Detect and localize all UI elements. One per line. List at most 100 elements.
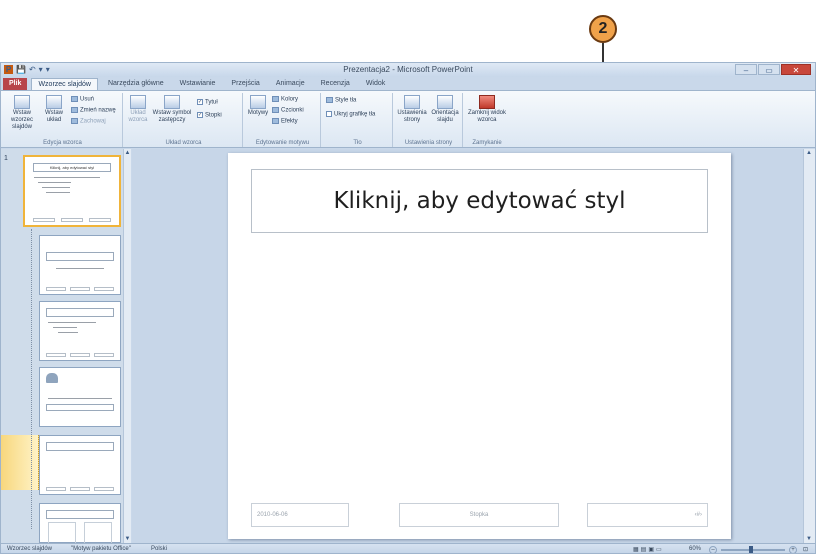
thumbnail-footer [60, 218, 84, 222]
group-page-setup: Ustawienia strony Orientacja slajdu Usta… [395, 93, 463, 147]
checkbox-icon [326, 111, 332, 117]
pin-icon [71, 118, 78, 124]
group-label-edit-theme: Edytowanie motywu [255, 140, 310, 146]
scroll-up-icon[interactable]: ▲ [806, 150, 812, 156]
date-placeholder[interactable]: 2010-06-06 [251, 503, 349, 527]
rename-icon [71, 107, 78, 113]
layout-thumbnail[interactable] [39, 235, 121, 295]
thumbnail-title [46, 252, 114, 261]
ribbon-tabs: Plik Wzorzec slajdów Narzędzia główne Ws… [1, 77, 815, 90]
powerpoint-window: P 💾 ↶ ▾ ▾ Prezentacja2 - Microsoft Power… [0, 62, 816, 554]
page-setup-icon [404, 95, 420, 109]
group-label-master-layout: Układ wzorca [165, 140, 202, 146]
group-label-edit-master: Edycja wzorca [43, 140, 82, 146]
footer-placeholder[interactable]: Stopka [399, 503, 559, 527]
workspace-scrollbar[interactable]: ▲ ▼ [803, 149, 815, 543]
footers-checkbox[interactable]: ✓ Stopki [197, 112, 222, 120]
scroll-up-icon[interactable]: ▲ [124, 150, 131, 156]
thumbnail-tree-line [31, 229, 32, 529]
thumbnail-title [46, 404, 114, 411]
thumbnail-footer [46, 487, 66, 491]
preserve-button[interactable]: Zachowaj [71, 118, 106, 126]
thumbnail-title: Kliknij, aby edytować styl [32, 163, 112, 172]
zoom-out-button[interactable]: – [709, 546, 717, 553]
close-master-view-button[interactable]: Zamknij widok wzorca [468, 95, 506, 124]
delete-button[interactable]: Usuń [71, 96, 94, 104]
close-window-button[interactable]: ✕ [781, 64, 811, 75]
thumbnail-footer [88, 218, 112, 222]
layout-thumbnail-selected[interactable] [39, 435, 121, 495]
slide-number-placeholder[interactable]: ‹#› [587, 503, 708, 527]
layout-icon [46, 95, 62, 109]
thumbnail-text-line [34, 177, 101, 178]
title-bar: P 💾 ↶ ▾ ▾ Prezentacja2 - Microsoft Power… [1, 63, 815, 77]
check-icon: ✓ [197, 112, 203, 118]
group-background: Style tła Ukryj grafikę tła Tło [323, 93, 393, 147]
slide-thumbnails-pane: 1 Kliknij, aby edytować styl [1, 149, 129, 548]
rename-button[interactable]: Zmień nazwę [71, 107, 116, 115]
title-placeholder[interactable]: Kliknij, aby edytować styl [251, 169, 708, 233]
background-styles-icon [326, 97, 333, 103]
thumbnail-title [46, 442, 114, 451]
thumbnail-footer [94, 287, 114, 291]
view-buttons-icon[interactable]: ▦▤▣▭ [633, 546, 664, 553]
themes-icon [250, 95, 266, 109]
scroll-down-icon[interactable]: ▼ [124, 536, 131, 542]
effects-icon [272, 118, 279, 124]
zoom-slider-handle[interactable] [749, 546, 753, 553]
insert-placeholder-button[interactable]: Wstaw symbol zastępczy [151, 95, 193, 124]
group-master-layout: Układ wzorca Wstaw symbol zastępczy ✓ Tyt… [125, 93, 243, 147]
tab-transitions[interactable]: Przejścia [225, 78, 265, 90]
status-theme-name: "Motyw pakietu Office" [71, 546, 131, 552]
slide-editing-area: Kliknij, aby edytować styl 2010-06-06 St… [132, 149, 815, 543]
thumbnail-text-line [57, 332, 79, 333]
tab-view[interactable]: Widok [360, 78, 391, 90]
themes-button[interactable]: Motywy [247, 95, 269, 117]
tab-animations[interactable]: Animacje [270, 78, 311, 90]
hide-background-graphics-checkbox[interactable]: Ukryj grafikę tła [326, 111, 375, 119]
tab-file[interactable]: Plik [3, 78, 28, 90]
insert-slide-master-button[interactable]: Wstaw wzorzec slajdów [5, 95, 39, 131]
thumbnail-text-line [52, 327, 77, 328]
minimize-button[interactable]: – [735, 64, 757, 75]
layout-thumbnail[interactable] [39, 367, 121, 427]
layout-thumbnail[interactable] [39, 503, 121, 548]
scroll-down-icon[interactable]: ▼ [806, 536, 812, 542]
master-layout-button[interactable]: Układ wzorca [127, 95, 149, 124]
restore-button[interactable]: ▭ [758, 64, 780, 75]
thumbnail-footer [70, 287, 90, 291]
group-label-page-setup: Ustawienia strony [404, 140, 453, 146]
status-language[interactable]: Polski [151, 546, 167, 552]
fit-to-window-icon[interactable]: ⊡ [803, 546, 808, 553]
tab-insert[interactable]: Wstawianie [174, 78, 222, 90]
zoom-slider[interactable] [721, 546, 785, 553]
zoom-in-button[interactable]: + [789, 546, 797, 553]
tab-slide-master[interactable]: Wzorzec slajdów [31, 78, 98, 90]
group-edit-master: Wstaw wzorzec slajdów Wstaw układ Usuń Z… [3, 93, 123, 147]
layout-thumbnail[interactable] [39, 301, 121, 361]
thumbnail-footer [70, 487, 90, 491]
master-layout-icon [130, 95, 146, 109]
effects-button[interactable]: Efekty [272, 118, 298, 126]
thumbnail-text-line [48, 322, 96, 323]
slide-orientation-button[interactable]: Orientacja slajdu [429, 95, 461, 124]
page-setup-button[interactable]: Ustawienia strony [397, 95, 427, 124]
fonts-button[interactable]: Czcionki [272, 107, 304, 115]
ribbon: Wstaw wzorzec slajdów Wstaw układ Usuń Z… [1, 90, 815, 148]
thumbnails-scrollbar[interactable]: ▲ ▼ [123, 149, 131, 543]
title-checkbox[interactable]: ✓ Tytuł [197, 99, 218, 107]
master-slide-thumbnail[interactable]: Kliknij, aby edytować styl [23, 155, 121, 227]
zoom-level[interactable]: 60% [689, 546, 701, 552]
slide-canvas[interactable]: Kliknij, aby edytować styl 2010-06-06 St… [228, 153, 731, 539]
group-close: Zamknij widok wzorca Zamykanie [465, 93, 509, 147]
placeholder-icon [164, 95, 180, 109]
tab-review[interactable]: Recenzja [315, 78, 356, 90]
tab-home[interactable]: Narzędzia główne [102, 78, 170, 90]
background-styles-button[interactable]: Style tła [326, 97, 356, 105]
group-label-close: Zamykanie [472, 140, 502, 146]
insert-layout-button[interactable]: Wstaw układ [41, 95, 67, 124]
callout-marker: 2 [589, 15, 617, 43]
colors-button[interactable]: Kolory [272, 96, 298, 104]
thumbnail-footer [46, 287, 66, 291]
thumbnail-text-line [38, 182, 72, 183]
